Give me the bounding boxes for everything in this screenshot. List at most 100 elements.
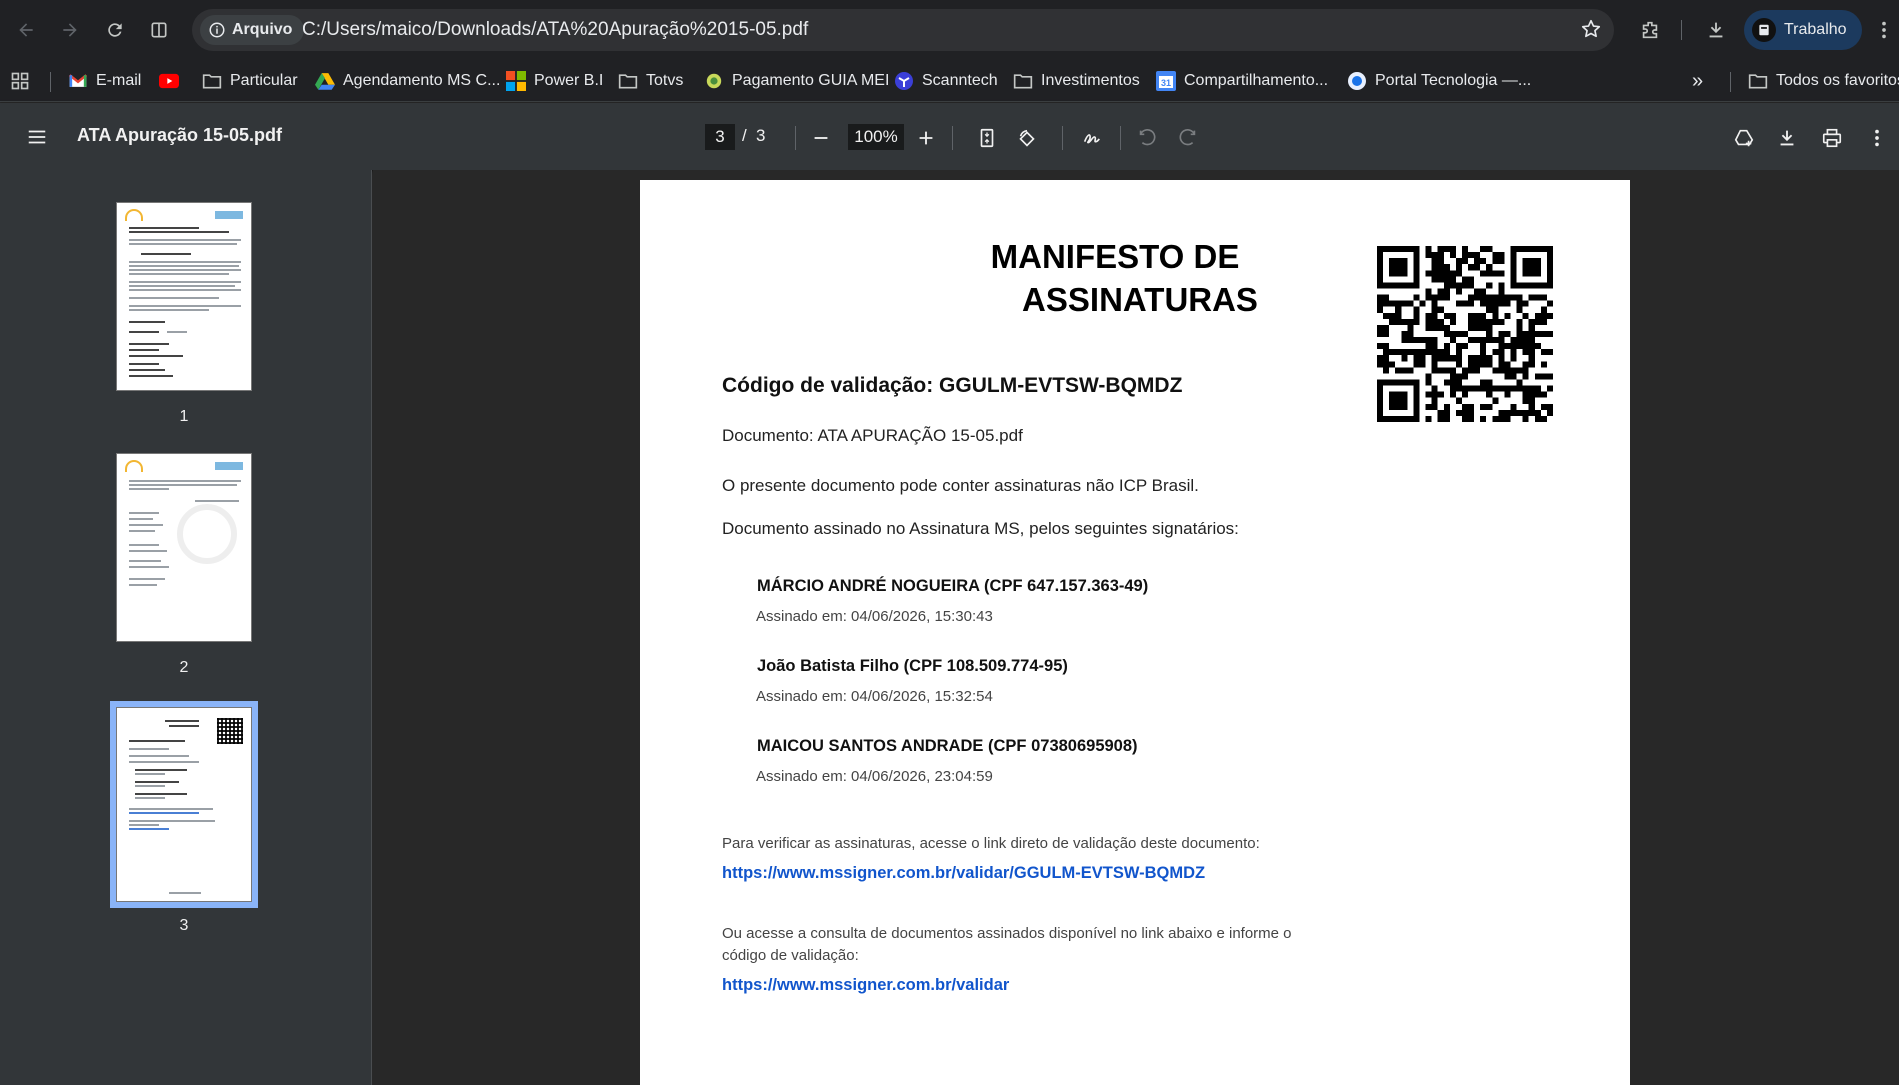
fit-page-button[interactable] xyxy=(973,124,1001,152)
page-separator: / xyxy=(742,126,747,145)
pdf-viewer[interactable]: MANIFESTO DE ASSINATURAS Código de valid… xyxy=(373,170,1899,1085)
split-view-button[interactable] xyxy=(143,14,175,46)
calendar-icon: 31 xyxy=(1156,71,1176,91)
printer-icon xyxy=(1822,128,1842,148)
logo-icon xyxy=(215,462,243,470)
thumb-line xyxy=(129,755,189,757)
bookmark-particular[interactable]: Particular xyxy=(202,60,298,102)
redo-button[interactable] xyxy=(1175,125,1201,151)
fit-to-page-icon xyxy=(980,128,994,148)
download-button[interactable] xyxy=(1772,123,1802,153)
bookmark-youtube[interactable] xyxy=(159,60,179,102)
bookmark-compartilhamento[interactable]: 31 Compartilhamento... xyxy=(1156,60,1328,102)
page-number-input[interactable]: 3 xyxy=(705,124,735,150)
kebab-menu-icon xyxy=(1875,129,1879,147)
thumb-line xyxy=(129,550,167,552)
thumbnail-page-number: 1 xyxy=(179,408,189,425)
chevrons-right-icon: » xyxy=(1692,69,1704,92)
print-button[interactable] xyxy=(1817,123,1847,153)
forward-button[interactable] xyxy=(54,14,86,46)
all-bookmarks-button[interactable]: Todos os favoritos xyxy=(1748,60,1899,102)
url-text[interactable]: C:/Users/maico/Downloads/ATA%20Apuração%… xyxy=(302,19,808,41)
qr-code-icon xyxy=(217,718,243,744)
undo-button[interactable] xyxy=(1134,125,1160,151)
toolbar-divider xyxy=(1120,126,1121,150)
bookmark-star-button[interactable] xyxy=(1580,18,1602,45)
profile-button[interactable]: Trabalho xyxy=(1744,10,1862,50)
folder-icon xyxy=(202,71,222,91)
undo-icon xyxy=(1139,129,1156,146)
bookmark-label: Pagamento GUIA MEI xyxy=(732,72,890,89)
hamburger-menu-icon xyxy=(28,130,46,144)
reload-button[interactable] xyxy=(99,14,131,46)
signatory-date: Assinado em: 04/06/2026, 23:04:59 xyxy=(756,768,993,785)
drive-add-icon xyxy=(1734,129,1754,147)
downloads-button[interactable] xyxy=(1700,14,1732,46)
bookmark-investimentos[interactable]: Investimentos xyxy=(1013,60,1140,102)
thumb-line xyxy=(129,812,199,814)
zoom-level-input[interactable]: 100% xyxy=(848,124,904,150)
thumb-line xyxy=(129,343,169,345)
thumb-line xyxy=(165,720,199,722)
thumbnail-page-2[interactable]: 2 xyxy=(116,453,252,676)
thumb-line xyxy=(129,828,169,830)
thumb-line xyxy=(169,892,201,894)
toolbar-divider xyxy=(1062,126,1063,150)
bookmarks-overflow-button[interactable]: » xyxy=(1692,60,1703,102)
bookmark-agendamento[interactable]: Agendamento MS C... xyxy=(315,60,500,102)
thumb-line xyxy=(129,566,169,568)
zoom-out-button[interactable] xyxy=(808,125,834,151)
signatory-name: MÁRCIO ANDRÉ NOGUEIRA (CPF 647.157.363-4… xyxy=(757,577,1149,595)
youtube-icon xyxy=(159,71,179,91)
address-bar[interactable]: Arquivo C:/Users/maico/Downloads/ATA%20A… xyxy=(192,9,1614,51)
bookmark-scanntech[interactable]: Scanntech xyxy=(894,60,998,102)
watermark-icon xyxy=(177,504,237,564)
thumb-line xyxy=(129,518,153,520)
bookmark-email[interactable]: E-mail xyxy=(68,60,141,102)
thumb-line xyxy=(129,355,183,357)
sidebar-toggle-button[interactable] xyxy=(22,123,52,151)
thumbnail-page-number: 3 xyxy=(179,917,189,934)
bookmark-label: Portal Tecnologia —... xyxy=(1375,72,1532,89)
zoom-in-button[interactable] xyxy=(913,125,939,151)
save-to-drive-button[interactable] xyxy=(1729,123,1759,153)
bookmark-totvs[interactable]: Totvs xyxy=(618,60,683,102)
bookmark-portal-tecnologia[interactable]: Portal Tecnologia —... xyxy=(1347,60,1531,102)
bookmark-label: Scanntech xyxy=(922,72,998,89)
extensions-button[interactable] xyxy=(1634,14,1666,46)
bookmark-pagamento-guia-mei[interactable]: Pagamento GUIA MEI xyxy=(704,60,889,102)
more-actions-button[interactable] xyxy=(1862,123,1892,153)
verify-link[interactable]: https://www.mssigner.com.br/validar/GGUL… xyxy=(722,864,1205,883)
verify-instructions: Para verificar as assinaturas, acesse o … xyxy=(722,835,1260,852)
download-icon xyxy=(1780,130,1794,146)
thumbnail-page-1[interactable]: 1 xyxy=(116,202,252,425)
thumbnail-image xyxy=(116,453,252,642)
apps-button[interactable] xyxy=(10,60,30,102)
alternate-instructions: Ou acesse a consulta de documentos assin… xyxy=(722,925,1292,964)
site-info-chip[interactable]: Arquivo xyxy=(200,15,305,45)
draw-button[interactable] xyxy=(1078,124,1106,152)
thumb-line xyxy=(129,375,173,377)
rotate-button[interactable] xyxy=(1013,124,1041,152)
page-total: 3 xyxy=(756,126,766,145)
thumb-line xyxy=(135,793,187,795)
bookmark-power-bi[interactable]: Power B.I xyxy=(506,60,603,102)
validate-link[interactable]: https://www.mssigner.com.br/validar xyxy=(722,976,1009,995)
thumb-line xyxy=(129,484,237,486)
thumb-line xyxy=(129,544,159,546)
page-title-line: MANIFESTO DE xyxy=(990,238,1240,275)
logo-icon xyxy=(125,209,143,221)
thumb-line xyxy=(129,321,165,323)
redo-icon xyxy=(1179,129,1196,146)
back-button[interactable] xyxy=(10,14,42,46)
thumbnail-page-3[interactable]: 3 xyxy=(110,701,258,934)
thumb-line xyxy=(129,243,237,245)
all-bookmarks-label: Todos os favoritos xyxy=(1776,72,1899,89)
folder-icon xyxy=(1013,71,1033,91)
thumb-line xyxy=(135,781,179,783)
bookmark-label: Investimentos xyxy=(1041,72,1140,89)
pdf-toolbar: ATA Apuração 15-05.pdf 3 / 3 100% xyxy=(0,103,1899,170)
puzzle-icon xyxy=(1642,21,1658,39)
browser-menu-button[interactable] xyxy=(1868,14,1899,46)
google-drive-icon xyxy=(315,71,335,91)
